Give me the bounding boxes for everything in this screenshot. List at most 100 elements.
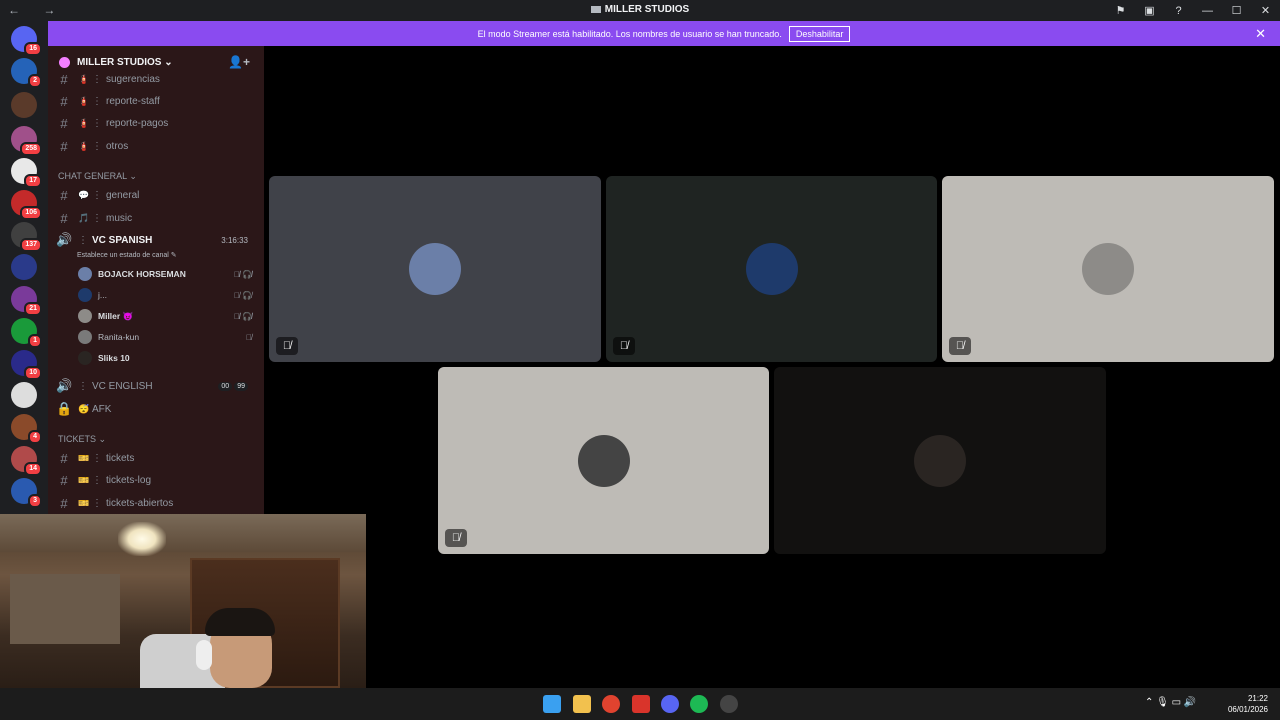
server-icon[interactable]: 137 [11,222,42,252]
windows-start-icon[interactable] [543,695,561,713]
voice-channel-afk[interactable]: 🔒 😴 AFK [56,399,256,419]
channel-reporte-staff[interactable]: # 🧯 ⋮ reporte-staff [56,91,256,111]
invite-icon[interactable]: 👤+ [228,55,250,69]
server-icon[interactable]: 21 [11,286,42,316]
maximize-icon[interactable]: ☐ [1222,4,1251,17]
channel-sidebar: MILLER STUDIOS ⌄ 👤+ # 🧯 ⋮ sugerencias # 🧯 ⋮ re… [48,46,264,515]
separator: ⋮ [78,234,88,246]
help-icon[interactable]: ? [1164,5,1193,17]
channel-emoji: 🎫 [78,474,90,485]
discord-home-icon[interactable]: 16 [11,26,42,56]
user-name: BOJACK HORSEMAN [98,269,186,279]
server-icon[interactable]: 258 [11,126,42,156]
participant-tile[interactable]: 🎙̸ [438,367,769,554]
server-icon[interactable]: 1 [11,318,42,348]
separator: ⋮ [92,95,102,107]
server-icon[interactable] [11,382,37,408]
muted-icon: 🎙̸ [613,337,635,355]
server-icon[interactable]: 10 [11,350,42,380]
server-icon[interactable]: 3 [11,478,42,508]
webcam-overlay [0,514,366,688]
channel-tickets-log[interactable]: # 🎫 ⋮ tickets-log [56,470,256,490]
close-icon[interactable]: ✕ [1251,4,1280,17]
channel-emoji: 💬 [78,189,90,200]
channel-sugerencias[interactable]: # 🧯 ⋮ sugerencias [56,69,256,89]
voice-user[interactable]: BOJACK HORSEMAN 🎙̸ 🎧̸ [78,265,254,283]
participant-tile[interactable] [774,367,1106,554]
channel-general[interactable]: # 💬 ⋮ general [56,185,256,205]
webcam-light [118,522,166,556]
user-name: Sliks 10 [98,353,130,363]
channel-otros[interactable]: # 🧯 ⋮ otros [56,136,256,156]
separator: ⋮ [92,189,102,201]
voice-user[interactable]: Ranita-kun 🎙̸ [78,328,254,346]
hash-icon: # [60,210,68,226]
participant-tile[interactable]: 🎙̸ [269,176,601,362]
voice-user[interactable]: Miller 😈 🎙̸ 🎧̸ [78,307,254,325]
clock-date: 06/01/2026 [1227,705,1268,714]
avatar [409,243,461,295]
app-icon[interactable] [720,695,738,713]
participant-tile[interactable]: 🎙̸ [606,176,937,362]
hash-icon: # [60,71,68,87]
disable-button[interactable]: Deshabilitar [788,25,851,42]
system-tray[interactable]: ⌃ 🎙 ▭ 🔊 [1145,697,1196,708]
server-icon[interactable]: 2 [11,58,42,88]
window-title-text: MILLER STUDIOS [604,4,690,15]
server-icon[interactable] [11,254,37,280]
category-tickets[interactable]: TICKETS ⌄ [58,434,106,445]
server-icon[interactable]: 106 [11,190,42,220]
channel-name: general [106,189,140,201]
channel-name: otros [106,140,129,152]
channel-reporte-pagos[interactable]: # 🧯 ⋮ reporte-pagos [56,113,256,133]
banner-close-icon[interactable]: ✕ [1255,26,1266,42]
server-icon[interactable]: 4 [11,414,42,444]
voice-user[interactable]: j... 🎙̸ 🎧̸ [78,286,254,304]
spotify-icon[interactable] [690,695,708,713]
muted-deafened-icon: 🎙̸ 🎧̸ [233,311,252,321]
discord-icon[interactable] [661,695,679,713]
voice-call-grid: 🎙̸ 🎙̸ 🎙̸ 🎙̸ [264,46,1280,688]
separator: ⋮ [78,380,88,392]
voice-channel-vc-spanish[interactable]: 🔊 ⋮ VC SPANISH 3:16:33 [56,230,256,250]
badge: 14 [24,462,42,476]
badge: 10 [24,366,42,380]
voice-user[interactable]: Sliks 10 [78,349,254,367]
channel-emoji: 😴 [78,403,90,414]
avatar [78,267,92,281]
channel-name: tickets-log [106,474,152,486]
badge: 17 [24,174,42,188]
count-current: 00 [218,381,233,391]
wps-icon[interactable] [632,695,650,713]
channel-music[interactable]: # 🎵 ⋮ music [56,208,256,228]
flag-icon[interactable]: ⚑ [1106,4,1135,17]
channel-name: tickets-abiertos [106,497,174,509]
file-explorer-icon[interactable] [573,695,591,713]
inbox-icon[interactable]: ▣ [1135,4,1164,17]
server-icon[interactable]: 14 [11,446,42,476]
server-icon[interactable] [11,92,37,118]
participant-tile[interactable]: 🎙̸ [942,176,1274,362]
hash-icon: # [60,472,68,488]
separator: ⋮ [92,497,102,509]
server-icon[interactable]: 17 [11,158,42,188]
channel-status[interactable]: Establece un estado de canal ✎ [77,251,177,259]
taskbar: ⌃ 🎙 ▭ 🔊 21:22 06/01/2026 [0,688,1280,720]
clock[interactable]: 21:22 06/01/2026 [1228,693,1268,715]
minimize-icon[interactable]: — [1193,5,1222,17]
voice-channel-vc-english[interactable]: 🔊 ⋮ VC ENGLISH 00 99 [56,376,256,396]
chrome-icon[interactable] [602,695,620,713]
channel-tickets[interactable]: # 🎫 ⋮ tickets [56,448,256,468]
banner-text: El modo Streamer está habilitado. Los no… [477,28,782,39]
channel-tickets-abiertos[interactable]: # 🎫 ⋮ tickets-abiertos [56,493,256,513]
user-name: Ranita-kun [98,332,140,342]
webcam-shelf [10,574,120,644]
call-timer: 3:16:33 [221,235,248,245]
badge: 4 [28,430,42,444]
channel-emoji: 🎫 [78,452,90,463]
category-chat-general[interactable]: CHAT GENERAL ⌄ [58,171,137,182]
hash-icon: # [60,187,68,203]
badge: 16 [24,42,42,56]
channel-name: music [106,212,133,224]
avatar [914,434,966,487]
